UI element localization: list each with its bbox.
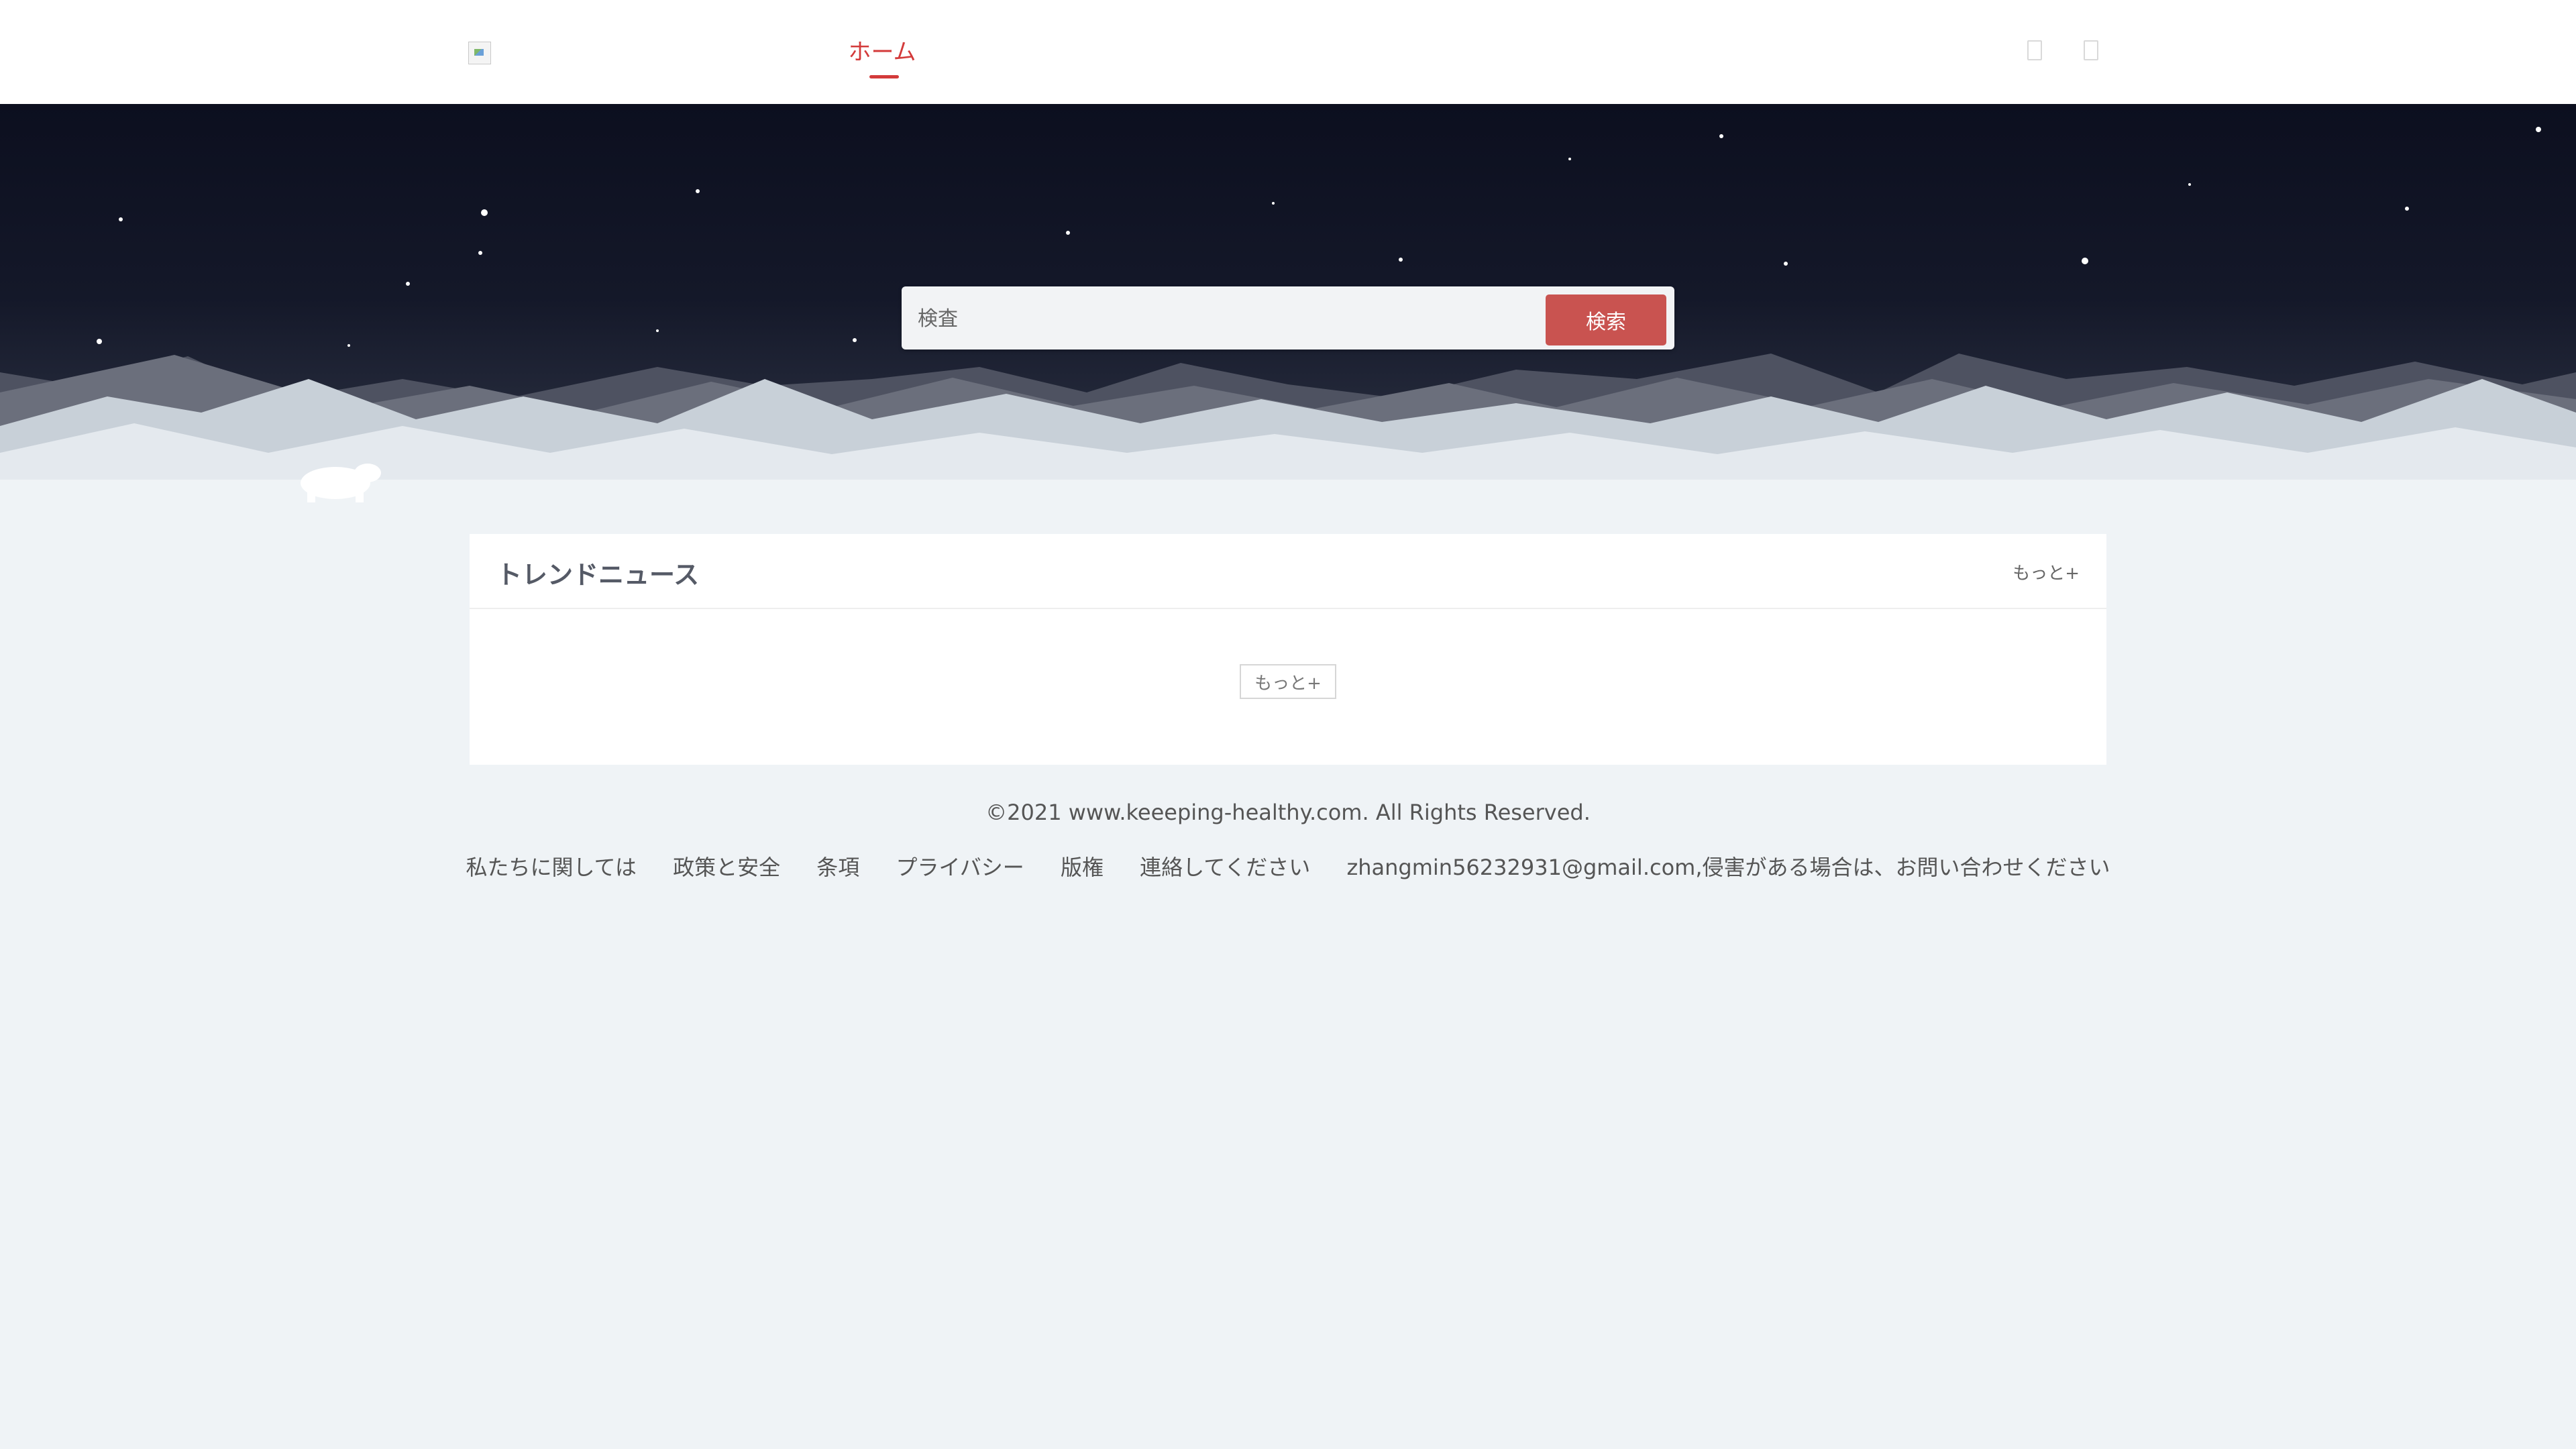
top-navbar: ホーム xyxy=(0,0,2576,104)
menu-icon[interactable] xyxy=(2084,40,2098,60)
stars xyxy=(97,127,2541,393)
footer-link-copyright[interactable]: 版権 xyxy=(1061,855,1104,880)
hero-banner: 検索 xyxy=(0,104,2576,533)
search-bar: 検索 xyxy=(902,286,1674,350)
footer-link-privacy[interactable]: プライバシー xyxy=(896,855,1024,880)
footer-link-terms[interactable]: 条項 xyxy=(816,855,859,880)
panel-header: トレンドニュース もっと+ xyxy=(470,534,2106,609)
footer-links: 私たちに関しては 政策と安全 条項 プライバシー 版権 連絡してください zha… xyxy=(0,851,2576,881)
footer-link-contact[interactable]: 連絡してください xyxy=(1140,855,1310,880)
footer-contact-email: zhangmin56232931@gmail.com,侵害がある場合は、お問い合… xyxy=(1346,855,2110,880)
panel-title: トレンドニュース xyxy=(496,560,700,590)
nav-active-indicator xyxy=(869,75,899,78)
load-more-button[interactable]: もっと+ xyxy=(1240,664,1336,699)
site-logo-image[interactable] xyxy=(468,42,491,64)
copyright-text: ©2021 www.keeeping-healthy.com. All Righ… xyxy=(985,800,1591,825)
footer-link-about[interactable]: 私たちに関しては xyxy=(466,855,636,880)
search-input[interactable] xyxy=(916,292,1489,345)
nav-home-label: ホーム xyxy=(848,39,916,66)
more-link[interactable]: もっと+ xyxy=(2012,559,2080,584)
nav-home-tab[interactable]: ホーム xyxy=(847,35,918,83)
user-icon[interactable] xyxy=(2027,40,2042,60)
search-button[interactable]: 検索 xyxy=(1546,294,1666,345)
trending-news-panel: トレンドニュース もっと+ もっと+ xyxy=(470,534,2106,765)
footer-link-policy[interactable]: 政策と安全 xyxy=(673,855,780,880)
